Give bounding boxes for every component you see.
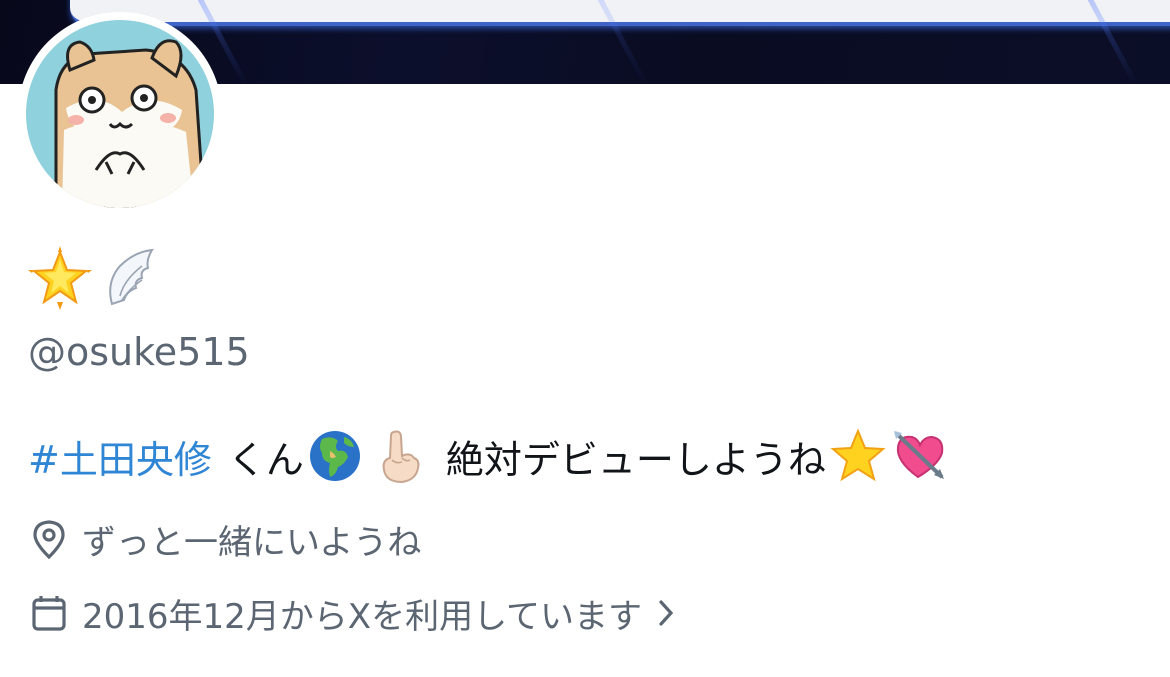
profile-page: @osuke515 #土田央修 くん 絶対デビューしようね ずっと一緒にいようね…	[0, 0, 1170, 677]
avatar[interactable]	[18, 12, 222, 216]
bio-hashtag-link[interactable]: #土田央修	[28, 429, 212, 484]
star-icon	[830, 428, 886, 482]
join-date-text: 2016年12月からXを利用しています	[82, 596, 643, 637]
index-pointing-up-icon	[382, 430, 420, 484]
location-pin-icon	[33, 520, 65, 559]
display-name	[28, 246, 158, 310]
bio-text: 絶対デビューしようね	[445, 437, 826, 482]
profile-bio: #土田央修 くん 絶対デビューしようね	[28, 426, 948, 486]
heart-with-arrow-icon	[893, 431, 944, 479]
globe-africa-europe-icon	[309, 431, 360, 481]
profile-join-date[interactable]: 2016年12月からXを利用しています	[30, 590, 690, 637]
wing-icon	[109, 248, 154, 306]
glowing-star-icon	[28, 246, 92, 310]
profile-location: ずっと一緒にいようね	[30, 516, 422, 563]
calendar-icon	[32, 596, 66, 631]
bio-text: くん	[227, 437, 304, 482]
hamster-avatar-image	[26, 20, 214, 208]
banner-panel	[70, 0, 1170, 26]
location-text: ずっと一緒にいようね	[82, 522, 422, 563]
username-handle: @osuke515	[28, 330, 250, 374]
chevron-right-icon[interactable]	[656, 598, 676, 628]
